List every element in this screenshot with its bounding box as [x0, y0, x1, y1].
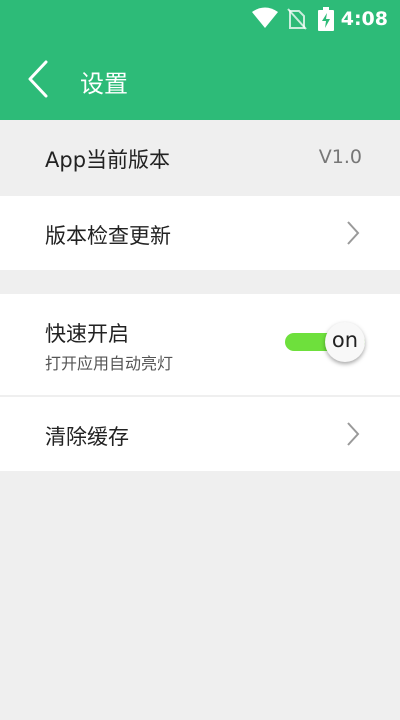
version-row: App当前版本 V1.0	[0, 120, 400, 195]
quick-start-sublabel: 打开应用自动亮灯	[45, 354, 174, 373]
status-bar: 4:08	[0, 0, 400, 38]
version-value: V1.0	[318, 146, 362, 168]
wifi-icon	[252, 7, 278, 28]
chevron-right-icon	[347, 422, 360, 446]
quick-start-label: 快速开启	[45, 322, 129, 346]
back-icon[interactable]	[24, 58, 54, 100]
battery-charging-icon	[318, 7, 334, 31]
clear-cache-row[interactable]: 清除缓存	[0, 397, 400, 471]
version-label: App当前版本	[45, 148, 171, 172]
quick-start-row: 快速开启 打开应用自动亮灯 on	[0, 294, 400, 395]
check-update-label: 版本检查更新	[45, 224, 171, 248]
toggle-state-label: on	[331, 328, 359, 352]
clear-cache-label: 清除缓存	[45, 425, 129, 449]
status-time: 4:08	[340, 8, 388, 30]
page-title: 设置	[80, 70, 128, 98]
no-sim-icon	[287, 8, 307, 30]
check-update-row[interactable]: 版本检查更新	[0, 196, 400, 270]
quick-start-toggle[interactable]: on	[285, 322, 373, 362]
chevron-right-icon	[347, 221, 360, 245]
app-bar: 设置	[0, 38, 400, 120]
toggle-knob: on	[325, 322, 365, 362]
